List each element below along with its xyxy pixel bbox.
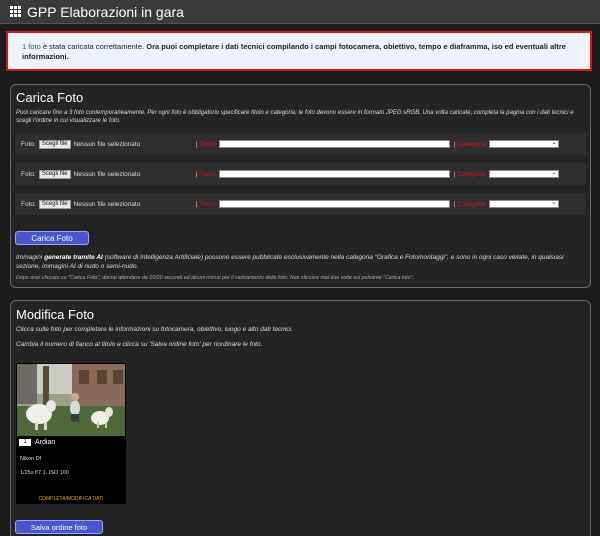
separator: | — [195, 170, 198, 178]
edit-data-link[interactable]: COMPLETA/MODIFICA DATI — [16, 496, 126, 502]
category-select[interactable]: ⌄ — [489, 200, 560, 208]
title-label: Titolo: — [199, 140, 217, 148]
ai-bold: generate tramite AI — [44, 254, 103, 261]
file-status: Nessun file selezionato — [73, 140, 141, 148]
chevron-down-icon: ⌄ — [551, 200, 557, 206]
upload-row: Foto: Scegli file Nessun file selezionat… — [15, 163, 586, 185]
save-order-button[interactable]: Salva ordine foto — [15, 520, 103, 534]
page-title: GPP Elaborazioni in gara — [27, 3, 184, 20]
category-label: Categoria: — [457, 170, 488, 178]
category-select[interactable]: ⌄ — [489, 140, 560, 148]
separator: | — [453, 170, 456, 178]
category-label: Categoria: — [457, 140, 488, 148]
edit-panel: Modifica Foto Clicca sulle foto per comp… — [10, 300, 591, 536]
photo-card[interactable]: 1 Ardian Nikon Df 1/25s f/7.1. ISO 100 C… — [16, 363, 126, 504]
choose-file-button[interactable]: Scegli file — [38, 139, 71, 149]
wait-note: Dopo aver cliccato su "Carica Foto", dov… — [16, 275, 414, 281]
edit-instruction: Clicca sulle foto per completare le info… — [16, 326, 293, 333]
separator: | — [453, 140, 456, 148]
choose-file-button[interactable]: Scegli file — [38, 169, 71, 179]
photo-order-row: 1 Ardian — [19, 439, 55, 446]
category-label: Categoria: — [457, 200, 488, 208]
photo-title: Ardian — [35, 439, 56, 446]
order-input[interactable]: 1 — [19, 439, 31, 446]
title-input[interactable] — [218, 170, 450, 178]
choose-file-button[interactable]: Scegli file — [38, 199, 71, 209]
camera-info: Nikon Df — [20, 456, 42, 462]
chevron-down-icon: ⌄ — [551, 170, 557, 176]
chevron-down-icon: ⌄ — [551, 140, 557, 146]
ai-notice: Immagini generate tramite AI (software d… — [16, 253, 588, 271]
upload-description: Puoi caricare fino a 3 foto contemporane… — [16, 110, 574, 124]
upload-button[interactable]: Carica Foto — [15, 231, 89, 245]
photo-label: Foto: — [21, 200, 36, 208]
title-input[interactable] — [218, 200, 450, 208]
photo-thumbnail[interactable] — [17, 364, 125, 436]
photo-label: Foto: — [21, 170, 36, 178]
title-input[interactable] — [218, 140, 450, 148]
category-select[interactable]: ⌄ — [489, 170, 560, 178]
grid-icon[interactable] — [10, 6, 21, 17]
upload-panel: Carica Foto Puoi caricare fino a 3 foto … — [10, 84, 591, 288]
file-status: Nessun file selezionato — [73, 200, 141, 208]
edit-instruction: Cambia il numero di fianco al titolo e c… — [16, 341, 263, 348]
notice-text: è stata caricata correttamente. — [40, 42, 147, 51]
success-notice: 1 foto è stata caricata correttamente. O… — [6, 31, 592, 71]
notice-count: 1 foto — [22, 42, 41, 51]
separator: | — [195, 140, 198, 148]
edit-title: Modifica Foto — [16, 307, 95, 322]
file-status: Nessun file selezionato — [73, 170, 141, 178]
title-label: Titolo: — [199, 170, 217, 178]
separator: | — [195, 200, 198, 208]
ai-intro: Immagini — [16, 254, 45, 261]
title-label: Titolo: — [199, 200, 217, 208]
upload-row: Foto: Scegli file Nessun file selezionat… — [15, 193, 586, 215]
upload-row: Foto: Scegli file Nessun file selezionat… — [15, 133, 586, 155]
upload-title: Carica Foto — [16, 90, 84, 105]
photo-label: Foto: — [21, 140, 36, 148]
exif-info: 1/25s f/7.1. ISO 100 — [20, 470, 69, 476]
top-bar: GPP Elaborazioni in gara — [0, 0, 600, 24]
separator: | — [453, 200, 456, 208]
